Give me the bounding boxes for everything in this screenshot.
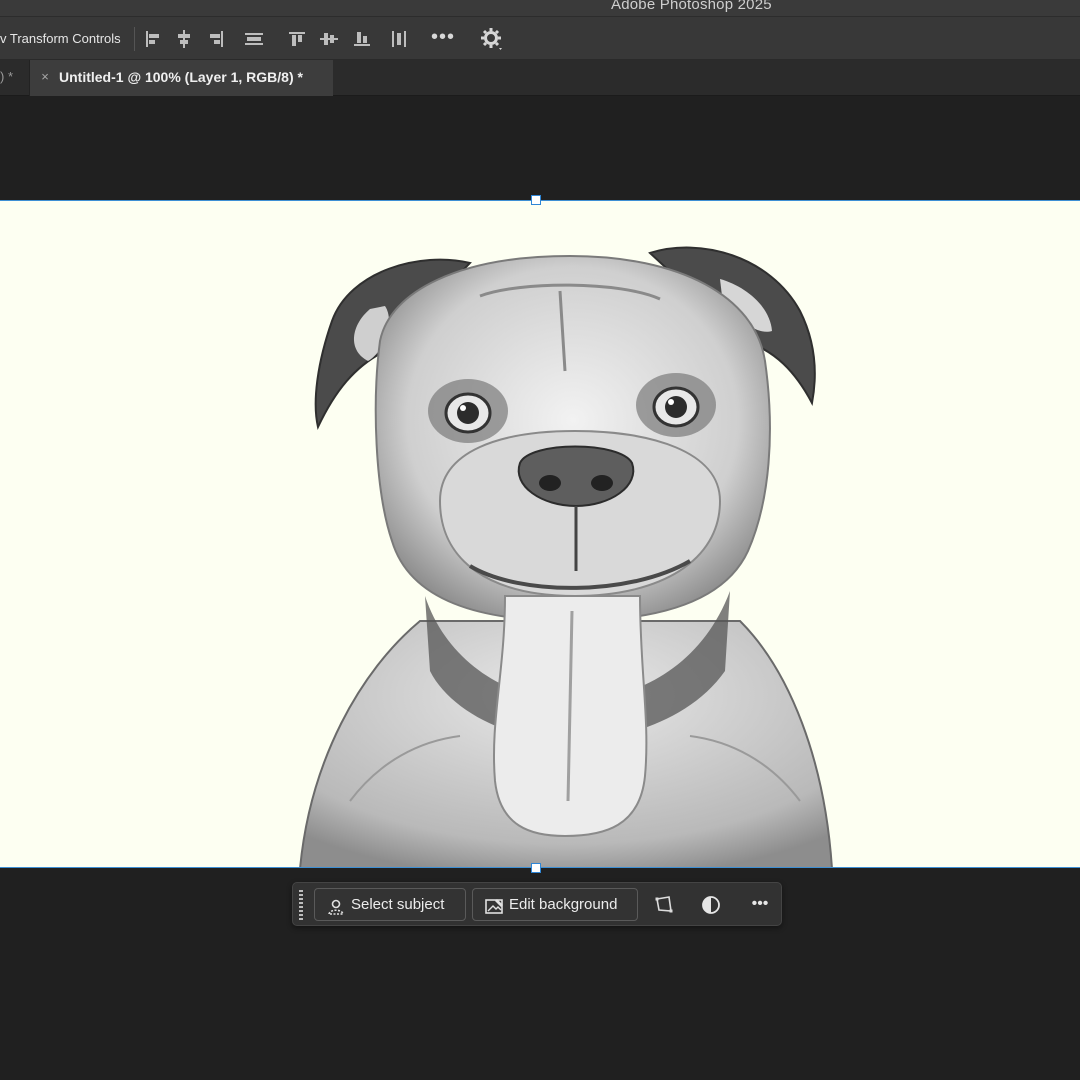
options-bar: v Transform Controls ••• (0, 16, 1080, 60)
select-subject-button[interactable]: Select subject (314, 888, 466, 921)
close-icon[interactable]: × (38, 70, 52, 84)
align-horizontal-centers-icon[interactable] (172, 27, 196, 51)
options-divider (134, 27, 135, 51)
align-right-edges-icon[interactable] (204, 27, 228, 51)
edit-background-button[interactable]: Edit background (472, 888, 638, 921)
align-vertical-centers-icon[interactable] (317, 27, 341, 51)
tab-title: Untitled-1 @ 100% (Layer 1, RGB/8) * (59, 69, 303, 85)
tab-previous-document[interactable]: ) * (0, 60, 30, 96)
transform-handle-top[interactable] (531, 195, 541, 205)
contextual-task-bar: Select subject Edit background ••• (292, 882, 782, 926)
select-subject-icon (327, 896, 347, 915)
transform-handle-bottom[interactable] (531, 863, 541, 873)
more-options-button[interactable]: ••• (430, 27, 456, 51)
tab-previous-label: ) * (0, 69, 13, 84)
distribute-vertical-centers-icon[interactable] (242, 27, 266, 51)
show-transform-controls-label[interactable]: v Transform Controls (0, 31, 121, 46)
document-canvas[interactable] (0, 200, 1080, 868)
more-options-button[interactable]: ••• (745, 891, 775, 919)
app-title: Adobe Photoshop 2025 (611, 0, 772, 13)
drag-handle-icon[interactable] (298, 889, 304, 921)
align-bottom-edges-icon[interactable] (350, 27, 374, 51)
adjustment-contrast-icon[interactable] (696, 891, 726, 919)
transform-icon[interactable] (649, 891, 679, 919)
edit-background-label: Edit background (509, 896, 618, 913)
align-top-edges-icon[interactable] (285, 27, 309, 51)
dog-photo-layer (299, 246, 833, 867)
edit-background-icon (485, 896, 505, 914)
gear-icon[interactable] (479, 25, 505, 53)
document-tab-bar: ) * × Untitled-1 @ 100% (Layer 1, RGB/8)… (0, 60, 1080, 96)
distribute-horizontal-centers-icon[interactable] (387, 27, 411, 51)
tab-untitled-1[interactable]: × Untitled-1 @ 100% (Layer 1, RGB/8) * (30, 60, 333, 96)
title-bar: Adobe Photoshop 2025 (0, 0, 1080, 16)
select-subject-label: Select subject (351, 896, 445, 913)
align-left-edges-icon[interactable] (141, 27, 165, 51)
document-workspace[interactable] (0, 96, 1080, 1080)
